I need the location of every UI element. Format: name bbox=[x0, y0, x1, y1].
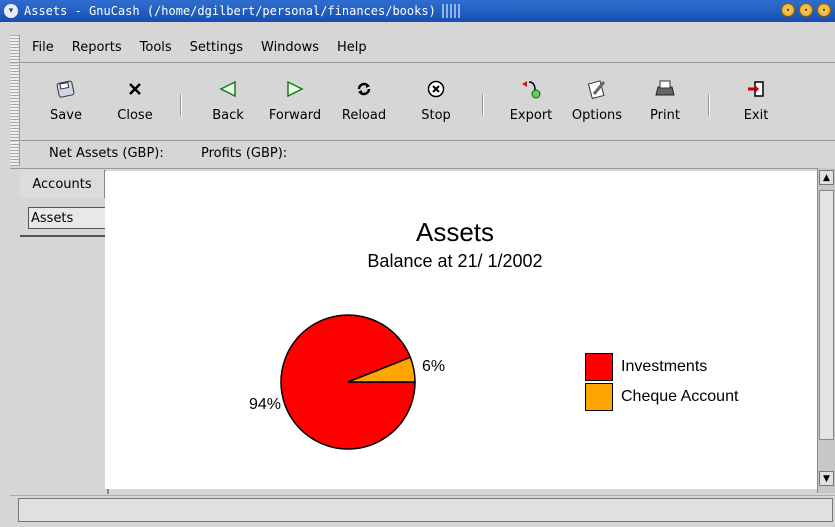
toolbar-separator bbox=[708, 94, 710, 116]
exit-label: Exit bbox=[743, 108, 769, 123]
reload-button[interactable]: Reload bbox=[336, 78, 392, 123]
forward-label: Forward bbox=[268, 108, 322, 123]
menu-settings[interactable]: Settings bbox=[190, 40, 243, 55]
legend-swatch-cheque-account bbox=[585, 383, 613, 411]
exit-icon bbox=[728, 78, 784, 100]
close-button[interactable]: Close bbox=[107, 78, 163, 123]
scroll-up-icon[interactable]: ▲ bbox=[819, 170, 834, 185]
status-field bbox=[18, 498, 833, 522]
maximize-icon[interactable]: • bbox=[799, 3, 813, 17]
exit-button[interactable]: Exit bbox=[728, 78, 784, 123]
profits-label: Profits (GBP): bbox=[201, 146, 288, 161]
print-button[interactable]: Print bbox=[637, 78, 693, 123]
stop-label: Stop bbox=[421, 108, 451, 123]
print-label: Print bbox=[650, 108, 680, 123]
window-title: Assets - GnuCash (/home/dgilbert/persona… bbox=[24, 4, 436, 18]
close-x-icon bbox=[107, 78, 163, 100]
stop-button[interactable]: Stop bbox=[408, 78, 464, 123]
legend-item-investments: Investments bbox=[585, 353, 707, 381]
save-button[interactable]: Save bbox=[38, 78, 94, 123]
legend-label-cheque-account: Cheque Account bbox=[621, 388, 739, 405]
toolbar-separator bbox=[482, 94, 484, 116]
export-button[interactable]: Export bbox=[503, 78, 559, 123]
options-icon bbox=[569, 78, 625, 100]
export-icon bbox=[503, 78, 559, 100]
scroll-thumb[interactable] bbox=[819, 190, 834, 440]
forward-button[interactable]: Forward bbox=[267, 78, 323, 123]
menu-bar: File Reports Tools Settings Windows Help bbox=[10, 35, 835, 63]
pie-label-investments: 94% bbox=[249, 396, 282, 413]
menu-windows[interactable]: Windows bbox=[261, 40, 319, 55]
net-assets-label: Net Assets (GBP): bbox=[49, 146, 164, 161]
summary-bar: Net Assets (GBP): Profits (GBP): bbox=[10, 142, 835, 166]
toolbar-separator bbox=[180, 94, 182, 116]
vertical-scrollbar[interactable]: ▲ ▼ bbox=[817, 168, 835, 493]
tab-assets[interactable]: Assets bbox=[28, 207, 106, 229]
menu-help[interactable]: Help bbox=[337, 40, 367, 55]
title-stripes bbox=[441, 4, 460, 18]
back-button[interactable]: Back bbox=[200, 78, 256, 123]
close-window-icon[interactable]: • bbox=[817, 3, 831, 17]
floppy-icon bbox=[38, 78, 94, 100]
menu-file[interactable]: File bbox=[32, 40, 54, 55]
legend-item-cheque-account: Cheque Account bbox=[585, 383, 738, 411]
stop-icon bbox=[408, 78, 464, 100]
triangle-right-icon bbox=[267, 78, 323, 100]
report-view: Assets Balance at 21/ 1/2002 94% 6% Inve… bbox=[105, 171, 817, 489]
options-button[interactable]: Options bbox=[569, 78, 625, 123]
back-label: Back bbox=[212, 108, 244, 123]
legend-swatch-investments bbox=[585, 353, 613, 381]
pie-label-cheque-account: 6% bbox=[422, 358, 446, 375]
options-label: Options bbox=[571, 108, 623, 123]
scroll-down-icon[interactable]: ▼ bbox=[819, 471, 834, 486]
menu-reports[interactable]: Reports bbox=[72, 40, 122, 55]
status-bar bbox=[10, 495, 835, 525]
reload-label: Reload bbox=[341, 108, 387, 123]
triangle-left-icon bbox=[200, 78, 256, 100]
pie-chart bbox=[280, 314, 416, 450]
legend-label-investments: Investments bbox=[621, 358, 708, 375]
menu-tools[interactable]: Tools bbox=[140, 40, 172, 55]
printer-icon bbox=[637, 78, 693, 100]
export-label: Export bbox=[509, 108, 553, 123]
tab-accounts[interactable]: Accounts bbox=[20, 170, 106, 198]
window-menu-icon[interactable]: ▾ bbox=[4, 4, 18, 18]
toolbar: Save Close Back Forward Reload Stop Expo… bbox=[10, 64, 835, 141]
save-label: Save bbox=[50, 108, 82, 123]
title-bar[interactable]: ▾ Assets - GnuCash (/home/dgilbert/perso… bbox=[0, 0, 835, 22]
close-label: Close bbox=[117, 108, 153, 123]
tab-underline bbox=[20, 235, 108, 237]
reload-icon bbox=[336, 78, 392, 100]
minimize-icon[interactable]: • bbox=[781, 3, 795, 17]
